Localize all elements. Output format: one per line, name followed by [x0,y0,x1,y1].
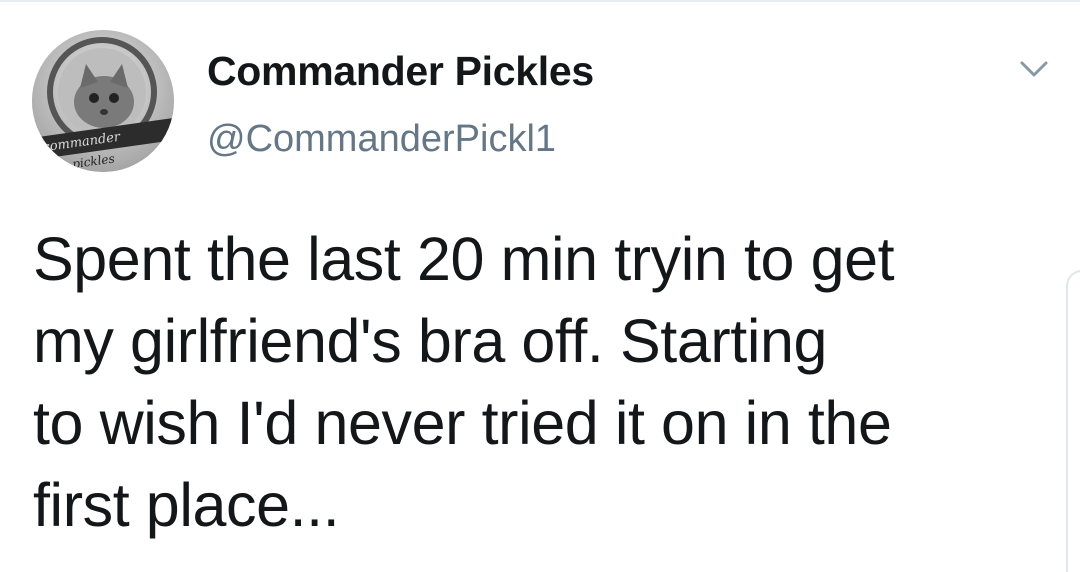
avatar-image: commander pickles [32,30,174,172]
chevron-down-icon[interactable] [1014,54,1054,84]
author-handle[interactable]: @CommanderPickl1 [207,118,556,161]
tweet-text: Spent the last 20 min tryin to get my gi… [33,225,895,539]
scroll-edge [1066,270,1080,572]
avatar[interactable]: commander pickles [32,30,174,172]
tweet-card[interactable]: commander pickles Commander Pickles @Com… [0,0,1080,572]
author-display-name[interactable]: Commander Pickles [207,48,594,95]
